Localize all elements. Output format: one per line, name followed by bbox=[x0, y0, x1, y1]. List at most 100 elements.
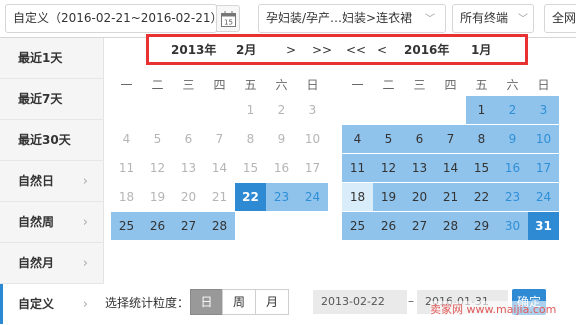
calendar-day[interactable]: 19 bbox=[142, 183, 173, 211]
sidebar-item-label: 最近1天 bbox=[18, 51, 63, 65]
sidebar-item-last-30-days[interactable]: 最近30天 bbox=[0, 120, 104, 161]
calendar-day[interactable]: 9 bbox=[497, 125, 528, 153]
start-date-field[interactable]: 2013-02-22 bbox=[313, 290, 407, 314]
calendar-day[interactable]: 10 bbox=[297, 125, 328, 153]
network-select[interactable]: 全网 bbox=[544, 4, 576, 33]
calendar-day[interactable]: 27 bbox=[404, 212, 435, 240]
calendar-day[interactable]: 2 bbox=[497, 96, 528, 124]
calendar-day[interactable]: 16 bbox=[266, 154, 297, 182]
calendar-day[interactable]: 25 bbox=[342, 212, 373, 240]
calendar-day[interactable]: 11 bbox=[111, 154, 142, 182]
calendar-day[interactable]: 6 bbox=[173, 125, 204, 153]
weekday-header: 五 bbox=[475, 78, 488, 92]
calendar-day[interactable]: 11 bbox=[342, 154, 373, 182]
weekday-header: 二 bbox=[151, 78, 164, 92]
weekday-header: 五 bbox=[244, 78, 257, 92]
sidebar-item-natural-month[interactable]: 自然月 › bbox=[0, 243, 104, 284]
calendar-day[interactable]: 24 bbox=[528, 183, 559, 211]
right-month: 1月 bbox=[471, 43, 492, 57]
calendar-day[interactable]: 12 bbox=[142, 154, 173, 182]
chevron-down-icon: ﹀ bbox=[518, 14, 528, 25]
calendar-day[interactable]: 2 bbox=[266, 96, 297, 124]
date-range-select[interactable]: 自定义（2016-02-21~2016-02-21） bbox=[5, 4, 217, 33]
weekday-header: 二 bbox=[382, 78, 395, 92]
calendar-day[interactable]: 12 bbox=[373, 154, 404, 182]
calendar-day[interactable]: 22 bbox=[235, 183, 266, 211]
calendar-day[interactable]: 16 bbox=[497, 154, 528, 182]
calendar-day[interactable]: 28 bbox=[435, 212, 466, 240]
weekday-header: 四 bbox=[213, 78, 226, 92]
calendar-day[interactable]: 1 bbox=[235, 96, 266, 124]
calendar-day[interactable]: 23 bbox=[497, 183, 528, 211]
calendar-day[interactable]: 17 bbox=[297, 154, 328, 182]
sidebar-item-natural-week[interactable]: 自然周 › bbox=[0, 202, 104, 243]
calendar-day[interactable]: 14 bbox=[204, 154, 235, 182]
calendar-day[interactable]: 25 bbox=[111, 212, 142, 240]
calendar-day[interactable]: 17 bbox=[528, 154, 559, 182]
calendar-day[interactable]: 28 bbox=[204, 212, 235, 240]
next-month-button[interactable]: > bbox=[286, 41, 296, 59]
weekday-header: 一 bbox=[351, 78, 364, 92]
sidebar-item-natural-day[interactable]: 自然日 › bbox=[0, 161, 104, 202]
calendar-day[interactable]: 7 bbox=[435, 125, 466, 153]
sidebar: 最近1天 最近7天 最近30天 自然日 › 自然周 › 自然月 › 自定义 › bbox=[0, 38, 104, 324]
weekday-header: 日 bbox=[537, 78, 550, 92]
calendar-day[interactable]: 26 bbox=[373, 212, 404, 240]
calendar-day[interactable]: 15 bbox=[466, 154, 497, 182]
granularity-day-button[interactable]: 日 bbox=[190, 289, 223, 315]
calendar-day[interactable]: 1 bbox=[466, 96, 497, 124]
calendar-day[interactable]: 5 bbox=[142, 125, 173, 153]
next-year-button[interactable]: >> bbox=[312, 41, 332, 59]
calendar-day[interactable]: 7 bbox=[204, 125, 235, 153]
calendar-day[interactable]: 14 bbox=[435, 154, 466, 182]
calendar-day[interactable]: 20 bbox=[173, 183, 204, 211]
calendar-day[interactable]: 19 bbox=[373, 183, 404, 211]
calendar-day[interactable]: 8 bbox=[235, 125, 266, 153]
chevron-down-icon: ﹀ bbox=[425, 14, 435, 25]
calendar-icon-day: 15 bbox=[224, 19, 233, 27]
sidebar-item-last-7-days[interactable]: 最近7天 bbox=[0, 79, 104, 120]
chevron-right-icon: › bbox=[82, 297, 88, 312]
calendar-day[interactable]: 4 bbox=[342, 125, 373, 153]
calendar-day[interactable]: 18 bbox=[342, 183, 373, 211]
calendar-day[interactable]: 9 bbox=[266, 125, 297, 153]
calendar-day[interactable]: 20 bbox=[404, 183, 435, 211]
sidebar-item-last-1-day[interactable]: 最近1天 bbox=[0, 38, 104, 79]
calendar-day[interactable]: 8 bbox=[466, 125, 497, 153]
calendar-day[interactable]: 13 bbox=[404, 154, 435, 182]
calendar-icon: 15 bbox=[221, 11, 236, 27]
calendar-day[interactable]: 21 bbox=[204, 183, 235, 211]
calendar-day[interactable]: 27 bbox=[173, 212, 204, 240]
calendar-day[interactable]: 3 bbox=[528, 96, 559, 124]
calendar-day[interactable]: 13 bbox=[173, 154, 204, 182]
calendar-day[interactable]: 30 bbox=[497, 212, 528, 240]
calendar-day[interactable]: 10 bbox=[528, 125, 559, 153]
chevron-right-icon: › bbox=[82, 256, 88, 271]
prev-year-button[interactable]: << bbox=[346, 41, 366, 59]
weekday-header: 三 bbox=[182, 78, 195, 92]
sidebar-item-label: 自定义 bbox=[18, 297, 55, 311]
sidebar-item-label: 最近30天 bbox=[18, 133, 71, 147]
calendar-day[interactable]: 18 bbox=[111, 183, 142, 211]
calendar-day[interactable]: 24 bbox=[297, 183, 328, 211]
calendar-button[interactable]: 15 bbox=[216, 5, 240, 32]
granularity-month-button[interactable]: 月 bbox=[255, 289, 289, 315]
calendar-day[interactable]: 21 bbox=[435, 183, 466, 211]
sidebar-item-label: 最近7天 bbox=[18, 92, 63, 106]
calendar-day[interactable]: 6 bbox=[404, 125, 435, 153]
calendar-day[interactable]: 31 bbox=[528, 212, 559, 240]
calendar-day[interactable]: 4 bbox=[111, 125, 142, 153]
sidebar-item-custom[interactable]: 自定义 › bbox=[0, 284, 104, 324]
granularity-week-button[interactable]: 周 bbox=[222, 289, 256, 315]
calendar-day[interactable]: 15 bbox=[235, 154, 266, 182]
calendar-day[interactable]: 23 bbox=[266, 183, 297, 211]
calendar-day[interactable]: 29 bbox=[466, 212, 497, 240]
left-month: 2月 bbox=[236, 43, 257, 57]
prev-month-button[interactable]: < bbox=[377, 41, 387, 59]
date-picker-panel: 最近1天 最近7天 最近30天 自然日 › 自然周 › 自然月 › 自定义 › 2013… bbox=[0, 34, 576, 324]
category-select[interactable]: 孕妇装/孕产…妇装>连衣裙 bbox=[258, 4, 446, 33]
calendar-day[interactable]: 26 bbox=[142, 212, 173, 240]
calendar-day[interactable]: 3 bbox=[297, 96, 328, 124]
calendar-day[interactable]: 22 bbox=[466, 183, 497, 211]
calendar-day[interactable]: 5 bbox=[373, 125, 404, 153]
